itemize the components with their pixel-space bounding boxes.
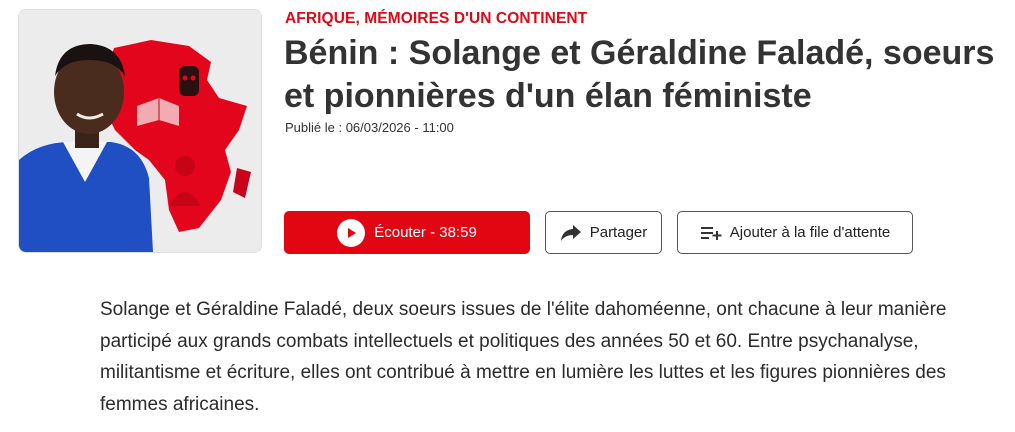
episode-page: AFRIQUE, MÉMOIRES D'UN CONTINENT Bénin :… [0, 0, 1015, 432]
listen-label: Écouter - 38:59 [374, 224, 477, 241]
episode-summary: Solange et Géraldine Faladé, deux soeurs… [100, 299, 947, 415]
play-icon [337, 218, 366, 247]
category-label[interactable]: AFRIQUE, MÉMOIRES D'UN CONTINENT [285, 10, 587, 28]
podcast-cover-image [18, 9, 262, 253]
playlist-add-icon [700, 225, 722, 241]
share-button[interactable]: Partager [545, 211, 662, 254]
share-arrow-icon [560, 224, 582, 242]
queue-label: Ajouter à la file d'attente [729, 224, 891, 241]
share-label: Partager [589, 224, 648, 241]
publish-date: Publié le : 06/03/2026 - 11:00 [285, 120, 454, 135]
listen-button[interactable]: Écouter - 38:59 [284, 211, 530, 254]
add-to-queue-button[interactable]: Ajouter à la file d'attente [677, 211, 913, 254]
page-title: Bénin : Solange et Géraldine Faladé, soe… [284, 34, 995, 115]
